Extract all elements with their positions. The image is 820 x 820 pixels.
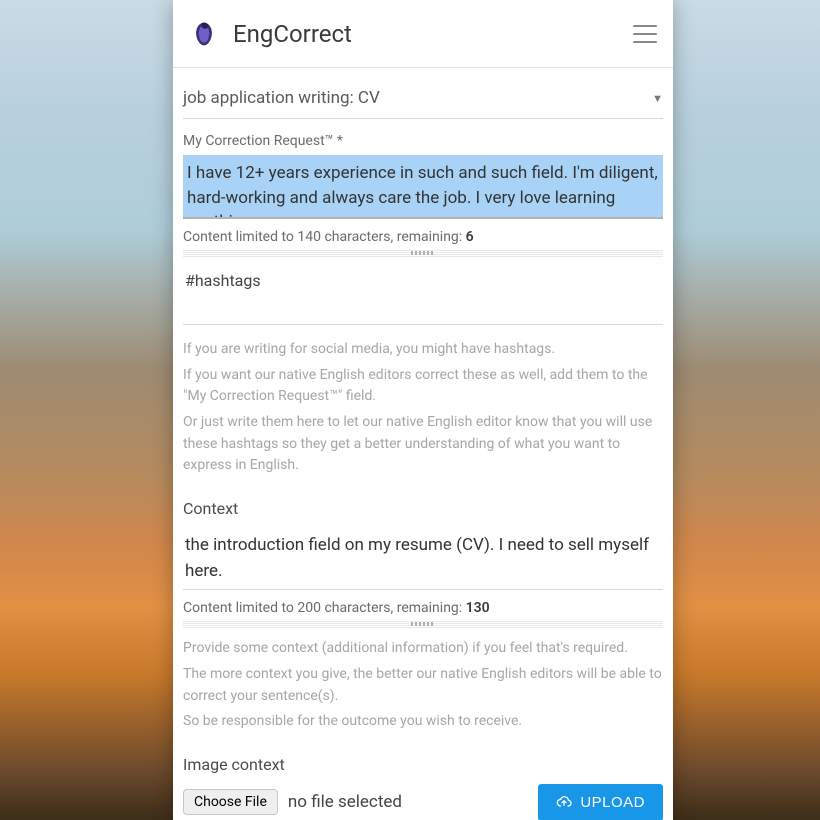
correction-request-input[interactable] <box>183 155 663 219</box>
drag-handle[interactable] <box>183 249 663 257</box>
hashtags-help-2: If you want our native English editors c… <box>183 365 663 408</box>
upload-button[interactable]: UPLOAD <box>538 784 663 820</box>
choose-file-button[interactable]: Choose File <box>183 789 278 815</box>
cloud-upload-icon <box>556 794 572 810</box>
category-select[interactable]: job application writing: CV ▼ <box>183 84 663 119</box>
context-help-2: The more context you give, the better ou… <box>183 664 663 707</box>
hashtags-help-3: Or just write them here to let our nativ… <box>183 412 663 477</box>
category-selected-value: job application writing: CV <box>183 88 380 108</box>
context-counter: Content limited to 200 characters, remai… <box>183 600 663 616</box>
hashtags-input[interactable] <box>183 263 663 325</box>
context-help-1: Provide some context (additional informa… <box>183 638 663 660</box>
topbar: EngCorrect <box>173 0 673 68</box>
hamburger-menu-icon[interactable] <box>633 25 657 43</box>
chevron-down-icon: ▼ <box>652 92 663 105</box>
image-context-heading: Image context <box>183 755 663 774</box>
context-heading: Context <box>183 499 663 518</box>
brand-name: EngCorrect <box>233 20 352 48</box>
hashtags-help-1: If you are writing for social media, you… <box>183 339 663 361</box>
drag-handle-context[interactable] <box>183 620 663 628</box>
form-content: job application writing: CV ▼ My Correct… <box>173 68 673 820</box>
context-input[interactable] <box>183 526 663 590</box>
upload-button-label: UPLOAD <box>580 794 645 811</box>
request-counter: Content limited to 140 characters, remai… <box>183 229 663 245</box>
logo-icon <box>189 19 219 49</box>
file-row: Choose File no file selected UPLOAD <box>183 784 663 820</box>
app-window: EngCorrect job application writing: CV ▼… <box>173 0 673 820</box>
context-help-3: So be responsible for the outcome you wi… <box>183 711 663 733</box>
no-file-label: no file selected <box>288 792 402 812</box>
request-label: My Correction Request™ * <box>183 133 663 149</box>
